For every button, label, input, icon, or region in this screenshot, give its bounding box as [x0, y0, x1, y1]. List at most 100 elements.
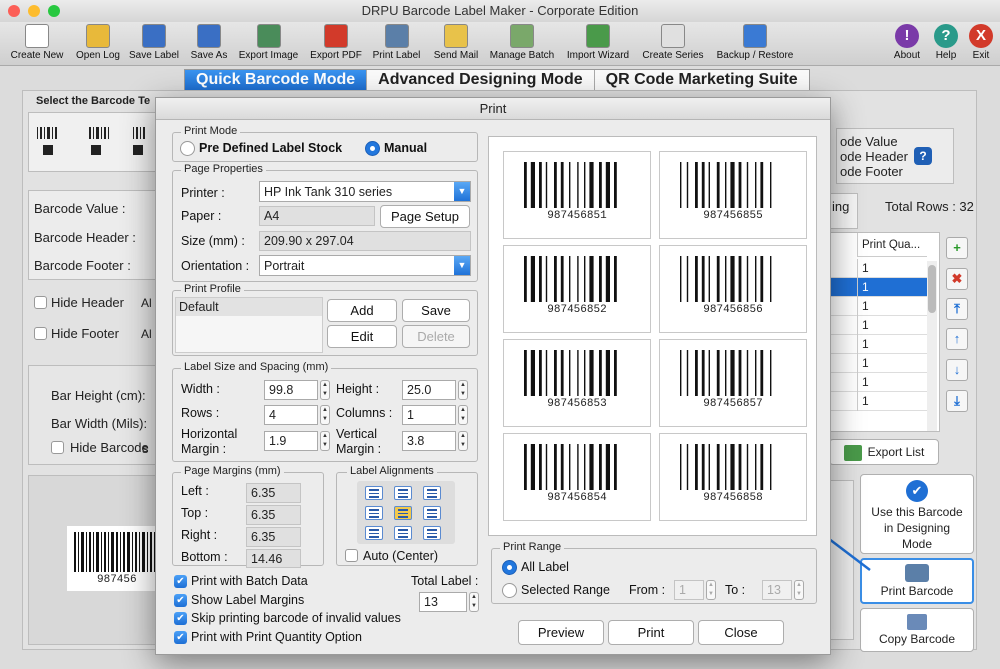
barcode-type-thumbnails[interactable]	[33, 125, 153, 175]
total-label-stepper[interactable]: ▲ ▼	[469, 592, 479, 612]
rows-field[interactable]: 4	[264, 405, 318, 425]
selected-range-radio[interactable]	[502, 583, 517, 598]
toolbar-save-as-button[interactable]: Save As	[189, 24, 229, 61]
table-row[interactable]: 1	[831, 335, 927, 354]
move-bottom-icon[interactable]: ⤓	[946, 390, 968, 412]
move-up-icon[interactable]: ↑	[946, 328, 968, 350]
print-qty-cell[interactable]: 1	[857, 392, 927, 411]
table-row[interactable]: 1	[831, 392, 927, 411]
to-stepper[interactable]: ▲ ▼	[794, 580, 804, 600]
top-margin-field[interactable]: 6.35	[246, 505, 301, 525]
page-setup-button[interactable]: Page Setup	[380, 205, 470, 228]
toolbar-exit-button[interactable]: X Exit	[966, 24, 996, 61]
toolbar-sigma-button[interactable]: Create Series	[640, 24, 706, 61]
print-button[interactable]: Print	[608, 620, 694, 645]
bottom-margin-field[interactable]: 14.46	[246, 549, 301, 568]
predefined-label-stock-radio[interactable]	[180, 141, 195, 156]
close-button[interactable]: Close	[698, 620, 784, 645]
tab-qr-code-marketing-suite[interactable]: QR Code Marketing Suite	[595, 70, 809, 90]
table-row[interactable]: 1	[831, 316, 927, 335]
preview-button[interactable]: Preview	[518, 620, 604, 645]
columns-field[interactable]: 1	[402, 405, 456, 425]
table-row[interactable]: 1	[831, 259, 927, 278]
right-margin-field[interactable]: 6.35	[246, 527, 301, 547]
horizontal-margin-field[interactable]: 1.9	[264, 431, 318, 451]
table-row[interactable]: 1	[831, 278, 927, 297]
print-qty-cell[interactable]: 1	[857, 373, 927, 392]
from-stepper[interactable]: ▲ ▼	[706, 580, 716, 600]
profile-list-item[interactable]: Default	[176, 298, 322, 316]
rows-stepper[interactable]: ▲ ▼	[320, 405, 330, 425]
toolbar-backup-restore-button[interactable]: Backup / Restore	[714, 24, 796, 61]
width-stepper[interactable]: ▲ ▼	[320, 380, 330, 400]
hide-barcode-checkbox[interactable]	[51, 441, 64, 454]
columns-stepper[interactable]: ▲ ▼	[458, 405, 468, 425]
vertical-margin-stepper[interactable]: ▲ ▼	[458, 431, 468, 451]
align-top-center-icon[interactable]	[394, 486, 412, 500]
align-middle-center-icon[interactable]	[394, 506, 412, 520]
height-stepper[interactable]: ▲ ▼	[458, 380, 468, 400]
align-middle-right-icon[interactable]	[423, 506, 441, 520]
add-row-icon[interactable]: +	[946, 237, 968, 259]
option-checkbox[interactable]: ✔	[174, 630, 187, 644]
height-field[interactable]: 25.0	[402, 380, 456, 400]
toolbar-open-folder-button[interactable]: Open Log	[73, 24, 123, 61]
orientation-select[interactable]: Portrait ▼	[259, 255, 471, 276]
align-bottom-center-icon[interactable]	[394, 526, 412, 540]
print-qty-cell[interactable]: 1	[857, 354, 927, 373]
toolbar-save-button[interactable]: Save Label	[128, 24, 180, 61]
auto-center-checkbox[interactable]	[345, 549, 358, 562]
manual-radio[interactable]	[365, 141, 380, 156]
left-margin-field[interactable]: 6.35	[246, 483, 301, 503]
toolbar-help-button[interactable]: ? Help	[931, 24, 961, 61]
option-checkbox[interactable]: ✔	[174, 593, 187, 607]
from-field[interactable]: 1	[674, 580, 704, 600]
tab-quick-barcode-mode[interactable]: Quick Barcode Mode	[185, 70, 368, 90]
column-header-print-qty[interactable]: Print Qua...	[857, 233, 927, 257]
minimize-window-icon[interactable]	[28, 5, 40, 17]
toolbar-mail-button[interactable]: Send Mail	[431, 24, 481, 61]
toolbar-about-button[interactable]: ! About	[892, 24, 922, 61]
zoom-window-icon[interactable]	[48, 5, 60, 17]
save-profile-button[interactable]: Save	[402, 299, 470, 322]
table-row[interactable]: 1	[831, 373, 927, 392]
export-list-button[interactable]: Export List	[829, 439, 939, 465]
to-field[interactable]: 13	[762, 580, 792, 600]
align-bottom-left-icon[interactable]	[365, 526, 383, 540]
toolbar-import-wizard-button[interactable]: Import Wizard	[563, 24, 633, 61]
table-row[interactable]: 1	[831, 297, 927, 316]
option-checkbox[interactable]: ✔	[174, 575, 187, 588]
move-down-icon[interactable]: ↓	[946, 359, 968, 381]
print-qty-cell[interactable]: 1	[857, 335, 927, 354]
align-top-right-icon[interactable]	[423, 486, 441, 500]
printer-select[interactable]: HP Ink Tank 310 series ▼	[259, 181, 471, 202]
delete-row-icon[interactable]: ✖	[946, 268, 968, 290]
width-field[interactable]: 99.8	[264, 380, 318, 400]
horizontal-margin-stepper[interactable]: ▲ ▼	[320, 431, 330, 451]
vertical-margin-field[interactable]: 3.8	[402, 431, 456, 451]
close-window-icon[interactable]	[8, 5, 20, 17]
toolbar-pdf-button[interactable]: Export PDF	[308, 24, 364, 61]
add-profile-button[interactable]: Add	[327, 299, 397, 322]
delete-profile-button[interactable]: Delete	[402, 325, 470, 348]
toolbar-new-document-button[interactable]: Create New	[8, 24, 66, 61]
total-label-field[interactable]: 13	[419, 592, 467, 612]
move-top-icon[interactable]: ⤒	[946, 298, 968, 320]
all-label-radio[interactable]	[502, 560, 517, 575]
print-qty-cell[interactable]: 1	[857, 278, 927, 297]
print-qty-cell[interactable]: 1	[857, 259, 927, 278]
table-scrollbar[interactable]	[927, 261, 937, 431]
toolbar-batch-button[interactable]: Manage Batch	[487, 24, 557, 61]
align-middle-left-icon[interactable]	[365, 506, 383, 520]
hide-header-checkbox[interactable]	[34, 296, 47, 309]
options-help-icon[interactable]: ?	[914, 147, 932, 165]
print-qty-cell[interactable]: 1	[857, 316, 927, 335]
toolbar-printer-button[interactable]: Print Label	[370, 24, 423, 61]
hide-footer-checkbox[interactable]	[34, 327, 47, 340]
align-bottom-right-icon[interactable]	[423, 526, 441, 540]
table-row[interactable]: 1	[831, 354, 927, 373]
toolbar-export-image-button[interactable]: Export Image	[236, 24, 301, 61]
option-checkbox[interactable]: ✔	[174, 612, 187, 625]
copy-barcode-button[interactable]: Copy Barcode	[860, 608, 974, 652]
tab-advanced-designing-mode[interactable]: Advanced Designing Mode	[367, 70, 595, 90]
